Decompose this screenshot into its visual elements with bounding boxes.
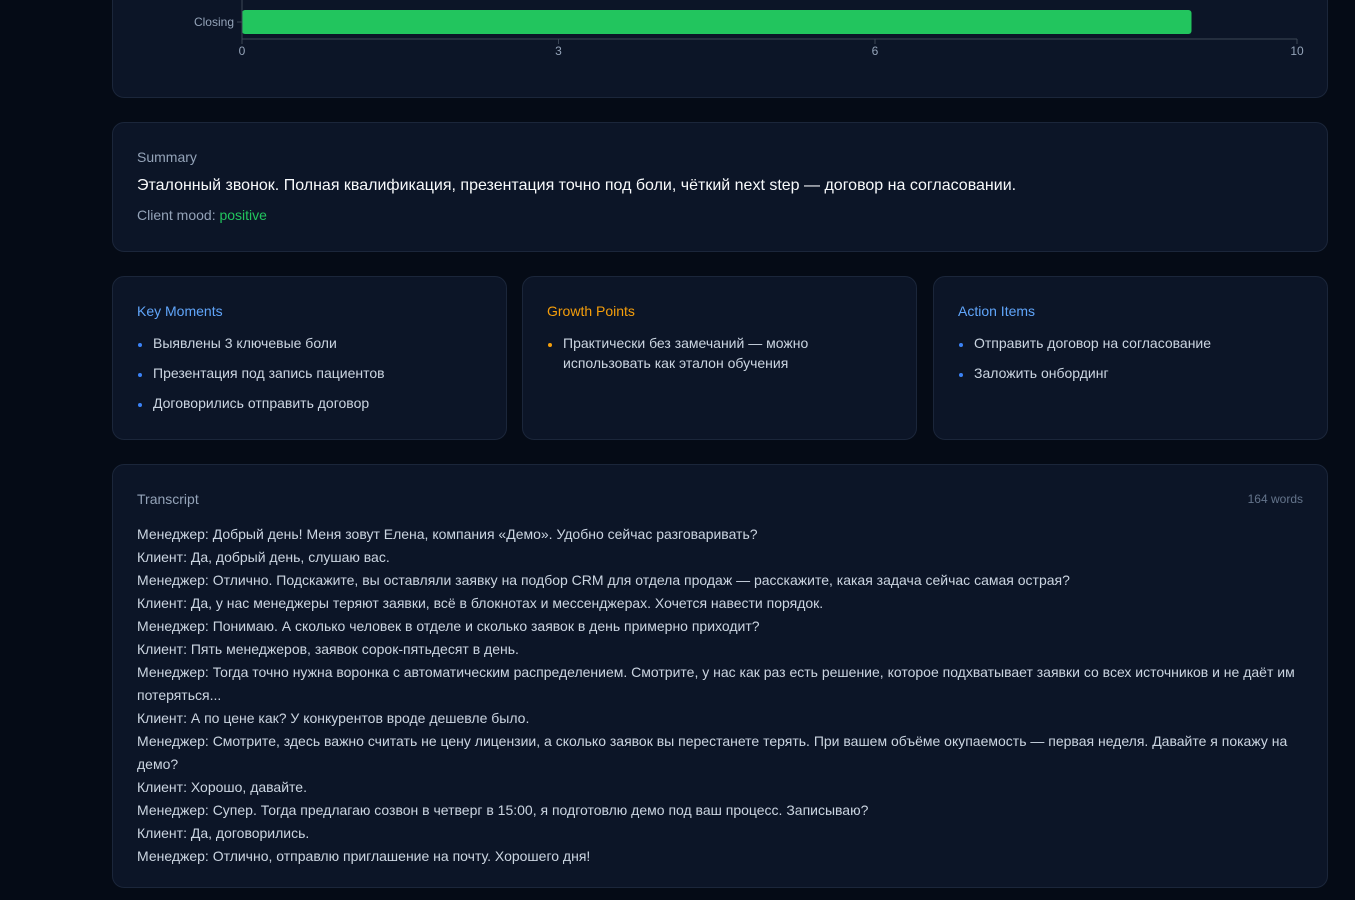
x-tick-label: 3 bbox=[555, 44, 562, 58]
transcript-line: Клиент: Да, добрый день, слушаю вас. bbox=[137, 549, 390, 565]
bullet-dot-icon bbox=[138, 343, 142, 347]
transcript-line: Менеджер: Добрый день! Меня зовут Елена,… bbox=[137, 526, 758, 542]
x-tick-label: 10 bbox=[1290, 44, 1304, 58]
transcript-header: Transcript 164 words bbox=[137, 491, 1303, 507]
list-item-text: Практически без замечаний — можно исполь… bbox=[563, 335, 809, 371]
transcript-lines: Менеджер: Добрый день! Меня зовут Елена,… bbox=[137, 523, 1303, 868]
summary-card: Summary Эталонный звонок. Полная квалифи… bbox=[112, 122, 1328, 252]
transcript-line: Менеджер: Тогда точно нужна воронка с ав… bbox=[137, 664, 1295, 703]
transcript-line: Клиент: Да, у нас менеджеры теряют заявк… bbox=[137, 595, 824, 611]
list-item: Заложить онбординг bbox=[958, 363, 1303, 383]
transcript-title: Transcript bbox=[137, 491, 199, 507]
growth-points-card: Growth Points Практически без замечаний … bbox=[522, 276, 917, 440]
transcript-card: Transcript 164 words Менеджер: Добрый де… bbox=[112, 464, 1328, 888]
client-mood-label: Client mood: bbox=[137, 207, 216, 223]
transcript-line: Менеджер: Отлично. Подскажите, вы оставл… bbox=[137, 572, 1070, 588]
transcript-line: Менеджер: Отлично, отправлю приглашение … bbox=[137, 848, 591, 864]
bullet-dot-icon bbox=[959, 373, 963, 377]
summary-text: Эталонный звонок. Полная квалификация, п… bbox=[137, 177, 1017, 194]
growth-points-list: Практически без замечаний — можно исполь… bbox=[547, 333, 892, 373]
client-mood-value: positive bbox=[219, 207, 267, 223]
transcript-line: Менеджер: Супер. Тогда предлагаю созвон … bbox=[137, 802, 869, 818]
list-item-text: Выявлены 3 ключевые боли bbox=[153, 335, 337, 351]
key-moments-card: Key Moments Выявлены 3 ключевые боли Пре… bbox=[112, 276, 507, 440]
bar-closing bbox=[242, 10, 1192, 34]
bullet-dot-icon bbox=[959, 343, 963, 347]
summary-title: Summary bbox=[137, 149, 197, 165]
bullet-dot-icon bbox=[138, 403, 142, 407]
list-item-text: Презентация под запись пациентов bbox=[153, 365, 385, 381]
y-tick-label: Closing bbox=[194, 15, 234, 29]
key-moments-title: Key Moments bbox=[137, 303, 223, 319]
list-item-text: Договорились отправить договор bbox=[153, 395, 370, 411]
list-item-text: Заложить онбординг bbox=[974, 365, 1109, 381]
list-item: Презентация под запись пациентов bbox=[137, 363, 482, 383]
stage-scores-chart: Closing 0 3 6 10 bbox=[194, 0, 1304, 58]
client-mood: Client mood: positive bbox=[137, 207, 1303, 223]
growth-points-title: Growth Points bbox=[547, 303, 635, 319]
transcript-line: Клиент: Да, договорились. bbox=[137, 825, 310, 841]
key-moments-list: Выявлены 3 ключевые боли Презентация под… bbox=[137, 333, 482, 413]
transcript-line: Клиент: А по цене как? У конкурентов вро… bbox=[137, 710, 530, 726]
list-item: Практически без замечаний — можно исполь… bbox=[547, 333, 892, 373]
x-tick-label: 6 bbox=[872, 44, 879, 58]
bullet-dot-icon bbox=[548, 343, 552, 347]
transcript-line: Менеджер: Понимаю. А сколько человек в о… bbox=[137, 618, 760, 634]
list-item: Отправить договор на согласование bbox=[958, 333, 1303, 353]
list-item: Договорились отправить договор bbox=[137, 393, 482, 413]
list-item: Выявлены 3 ключевые боли bbox=[137, 333, 482, 353]
word-count: 164 words bbox=[1247, 492, 1303, 506]
list-item-text: Отправить договор на согласование bbox=[974, 335, 1212, 351]
stage-scores-chart-card: Closing 0 3 6 10 bbox=[112, 0, 1328, 98]
transcript-line: Менеджер: Смотрите, здесь важно считать … bbox=[137, 733, 1288, 772]
action-items-title: Action Items bbox=[958, 303, 1036, 319]
action-items-card: Action Items Отправить договор на соглас… bbox=[933, 276, 1328, 440]
transcript-line: Клиент: Хорошо, давайте. bbox=[137, 779, 307, 795]
action-items-list: Отправить договор на согласование Заложи… bbox=[958, 333, 1303, 383]
bullet-dot-icon bbox=[138, 373, 142, 377]
x-tick-label: 0 bbox=[239, 44, 246, 58]
transcript-line: Клиент: Пять менеджеров, заявок сорок-пя… bbox=[137, 641, 519, 657]
